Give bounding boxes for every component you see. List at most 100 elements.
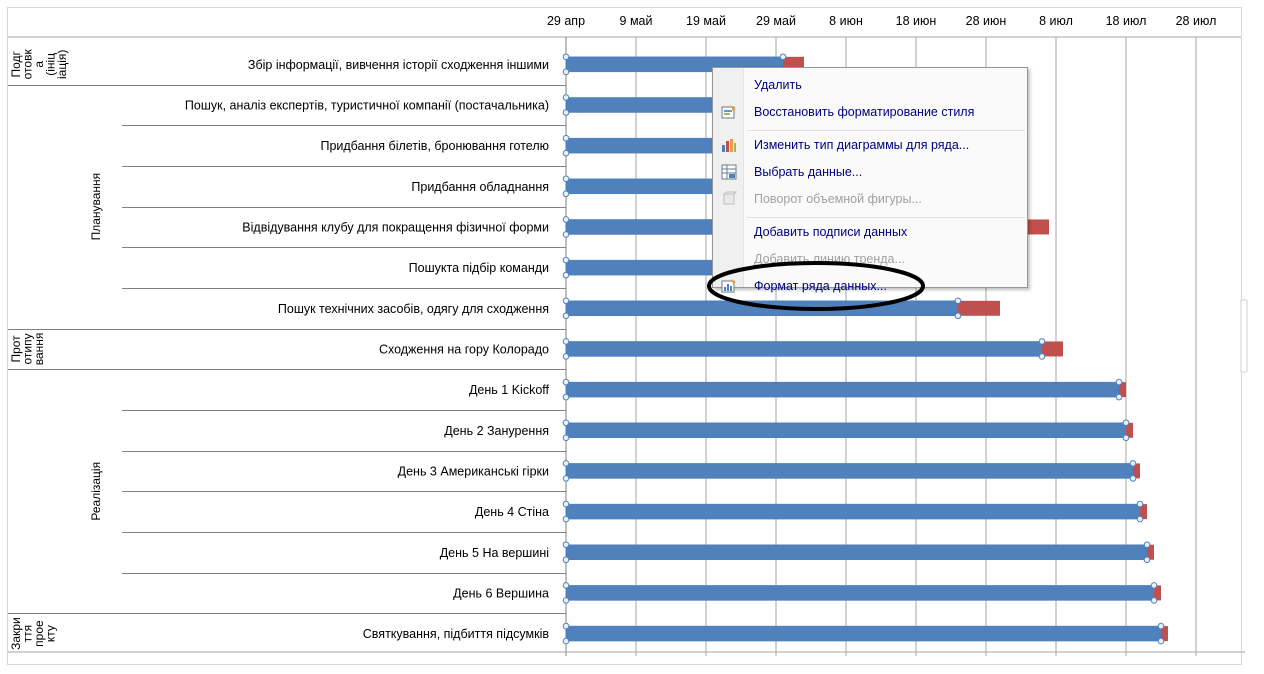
selection-handle[interactable] (1115, 393, 1123, 401)
menu-item-5[interactable]: Выбрать данные... (713, 161, 1027, 183)
phase-label-line: Реалізація (89, 462, 103, 521)
selection-handle[interactable] (1157, 637, 1165, 645)
selection-handle[interactable] (562, 134, 570, 142)
bar-extension[interactable] (958, 300, 1000, 316)
x-tick-label: 9 май (620, 14, 653, 28)
selection-handle[interactable] (562, 216, 570, 223)
selection-handle[interactable] (1150, 582, 1158, 589)
selection-handle[interactable] (1129, 460, 1137, 467)
category-label: Придбання обладнання (411, 180, 549, 194)
selection-handle[interactable] (1122, 419, 1130, 427)
selection-handle[interactable] (562, 190, 570, 198)
selection-handle[interactable] (1143, 556, 1151, 564)
selection-handle[interactable] (562, 338, 570, 345)
selection-handle[interactable] (562, 297, 570, 305)
selection-handle[interactable] (1129, 475, 1137, 482)
selection-handle[interactable] (1038, 338, 1046, 345)
menu-item-1[interactable]: Удалить (713, 74, 1027, 96)
selection-handle[interactable] (562, 597, 570, 604)
selection-handle[interactable] (562, 556, 570, 564)
selection-handle[interactable] (1143, 541, 1151, 549)
resize-handle[interactable] (1240, 299, 1248, 373)
selection-handle[interactable] (562, 68, 570, 76)
bar-duration[interactable] (565, 381, 1120, 398)
bar-duration[interactable] (565, 585, 1155, 601)
category-label: Святкування, підбиття підсумків (363, 627, 550, 641)
selection-handle[interactable] (562, 500, 570, 508)
selection-handle[interactable] (562, 53, 570, 61)
category-label: Придбання білетів, бронювання готелю (320, 139, 549, 153)
phase-label: Закриттяпроекту (9, 617, 58, 650)
context-menu: Удалить Восстановить форматирование стиля… (712, 67, 1028, 293)
selection-handle[interactable] (562, 419, 570, 427)
category-label: Відвідування клубу для покращення фізичн… (242, 220, 549, 234)
bar-extension[interactable] (1042, 341, 1063, 357)
category-label: День 6 Вершина (453, 586, 549, 600)
category-label: День 3 Американські гірки (398, 464, 549, 478)
x-tick-label: 18 июл (1106, 14, 1147, 28)
selection-handle[interactable] (562, 475, 570, 482)
selection-handle[interactable] (562, 109, 570, 116)
bar-duration[interactable] (565, 544, 1148, 560)
selection-handle[interactable] (562, 94, 570, 101)
selection-handle[interactable] (562, 231, 570, 238)
selection-handle[interactable] (562, 312, 570, 320)
selection-handle[interactable] (562, 434, 570, 442)
gantt-chart[interactable]: 29 апр 9 май 19 май 29 май 8 июн 18 июн 28 июн… (0, 0, 1264, 674)
bar-duration[interactable] (565, 503, 1141, 520)
selection-handle[interactable] (562, 271, 570, 279)
selection-handle[interactable] (1136, 500, 1144, 508)
rotation-3d-icon (721, 191, 738, 207)
selection-handle[interactable] (779, 53, 787, 61)
selection-handle[interactable] (1150, 597, 1158, 604)
bar-duration[interactable] (565, 300, 959, 317)
category-label: День 4 Стіна (475, 505, 549, 519)
x-tick-label: 8 июл (1039, 14, 1073, 28)
category-label: День 1 Kickoff (469, 383, 550, 397)
phase-label-line: вання (32, 333, 46, 366)
selection-handle[interactable] (562, 637, 570, 645)
selection-handle[interactable] (1038, 353, 1046, 360)
menu-item-label: Поворот объемной фигуры... (754, 192, 922, 206)
menu-item-label: Выбрать данные... (754, 165, 863, 179)
selection-handle[interactable] (1157, 622, 1165, 630)
selection-handle[interactable] (562, 460, 570, 467)
selection-handle[interactable] (562, 378, 570, 386)
bar-duration[interactable] (565, 625, 1162, 642)
selection-handle[interactable] (1122, 434, 1130, 442)
reset-style-icon (721, 104, 737, 120)
category-label: День 2 Занурення (444, 424, 549, 438)
selection-handle[interactable] (1115, 378, 1123, 386)
menu-item-label: Удалить (754, 78, 802, 92)
bar-duration[interactable] (565, 341, 1043, 357)
selection-handle[interactable] (562, 256, 570, 264)
phase-label: Подготовка(ініціація) (9, 49, 69, 80)
menu-item-8[interactable]: Добавить подписи данных (713, 221, 1027, 243)
selection-handle[interactable] (1136, 515, 1144, 523)
menu-item-10[interactable]: Формат ряда данных... (713, 275, 1027, 297)
x-axis-tick-labels: 29 апр 9 май 19 май 29 май 8 июн 18 июн 28 июн… (547, 14, 1216, 28)
menu-item-9: Добавить линию тренда... (713, 248, 1027, 270)
bar-duration[interactable] (565, 422, 1127, 439)
format-series-icon (721, 278, 737, 294)
x-tick-label: 29 май (756, 14, 796, 28)
selection-handle[interactable] (562, 541, 570, 549)
selection-handle[interactable] (562, 149, 570, 157)
x-tick-label: 8 июн (829, 14, 863, 28)
selection-handle[interactable] (562, 175, 570, 183)
selection-handle[interactable] (562, 622, 570, 630)
menu-item-2[interactable]: Восстановить форматирование стиля (713, 101, 1027, 123)
selection-handle[interactable] (562, 393, 570, 401)
menu-item-4[interactable]: Изменить тип диаграммы для ряда... (713, 134, 1027, 156)
menu-item-label: Добавить подписи данных (754, 225, 908, 239)
selection-handle[interactable] (954, 312, 962, 320)
selection-handle[interactable] (562, 353, 570, 360)
category-label: День 5 На вершині (440, 546, 549, 560)
bar-duration[interactable] (565, 463, 1134, 479)
selection-handle[interactable] (954, 297, 962, 305)
menu-item-6: Поворот объемной фигуры... (713, 188, 1027, 210)
selection-handle[interactable] (562, 515, 570, 523)
category-label: Пошук технічних засобів, одягу для сходж… (278, 302, 549, 316)
x-tick-label: 19 май (686, 14, 726, 28)
selection-handle[interactable] (562, 582, 570, 589)
